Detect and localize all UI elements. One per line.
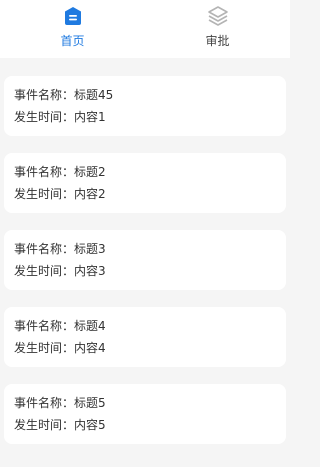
event-time-value: 内容1 [74, 110, 106, 124]
bottom-tab-bar: 首页 审批 [0, 0, 290, 58]
tab-home[interactable]: 首页 [0, 0, 145, 58]
event-name-label: 事件名称： [14, 165, 75, 179]
event-time-label: 发生时间： [14, 418, 75, 432]
event-name-label: 事件名称： [14, 319, 75, 333]
event-time-row: 发生时间：内容1 [14, 110, 276, 124]
event-name-row: 事件名称：标题45 [14, 88, 276, 102]
list-item[interactable]: 事件名称：标题2 发生时间：内容2 [4, 153, 286, 213]
list-item[interactable]: 事件名称：标题3 发生时间：内容3 [4, 230, 286, 290]
event-name-row: 事件名称：标题5 [14, 396, 276, 410]
event-list: 事件名称：标题45 发生时间：内容1 事件名称：标题2 发生时间：内容2 事件名… [4, 76, 286, 461]
tab-approval[interactable]: 审批 [145, 0, 290, 58]
event-name-value: 标题4 [74, 319, 106, 333]
event-time-value: 内容5 [74, 418, 106, 432]
event-time-label: 发生时间： [14, 110, 75, 124]
list-item[interactable]: 事件名称：标题4 发生时间：内容4 [4, 307, 286, 367]
event-time-label: 发生时间： [14, 341, 75, 355]
event-name-row: 事件名称：标题3 [14, 242, 276, 256]
event-time-label: 发生时间： [14, 187, 75, 201]
event-name-row: 事件名称：标题2 [14, 165, 276, 179]
event-name-value: 标题45 [74, 88, 114, 102]
layers-icon [207, 6, 228, 26]
event-name-value: 标题5 [74, 396, 106, 410]
home-icon [64, 7, 81, 25]
event-name-label: 事件名称： [14, 242, 75, 256]
tab-home-label: 首页 [60, 34, 85, 48]
event-name-label: 事件名称： [14, 396, 75, 410]
event-time-label: 发生时间： [14, 264, 75, 278]
event-name-label: 事件名称： [14, 88, 75, 102]
event-time-value: 内容2 [74, 187, 106, 201]
event-time-value: 内容4 [74, 341, 106, 355]
event-time-value: 内容3 [74, 264, 106, 278]
list-item[interactable]: 事件名称：标题45 发生时间：内容1 [4, 76, 286, 136]
event-name-value: 标题2 [74, 165, 106, 179]
event-time-row: 发生时间：内容4 [14, 341, 276, 355]
tab-approval-label: 审批 [205, 34, 230, 48]
event-time-row: 发生时间：内容2 [14, 187, 276, 201]
list-item[interactable]: 事件名称：标题5 发生时间：内容5 [4, 384, 286, 444]
event-time-row: 发生时间：内容5 [14, 418, 276, 432]
event-name-value: 标题3 [74, 242, 106, 256]
event-name-row: 事件名称：标题4 [14, 319, 276, 333]
event-time-row: 发生时间：内容3 [14, 264, 276, 278]
